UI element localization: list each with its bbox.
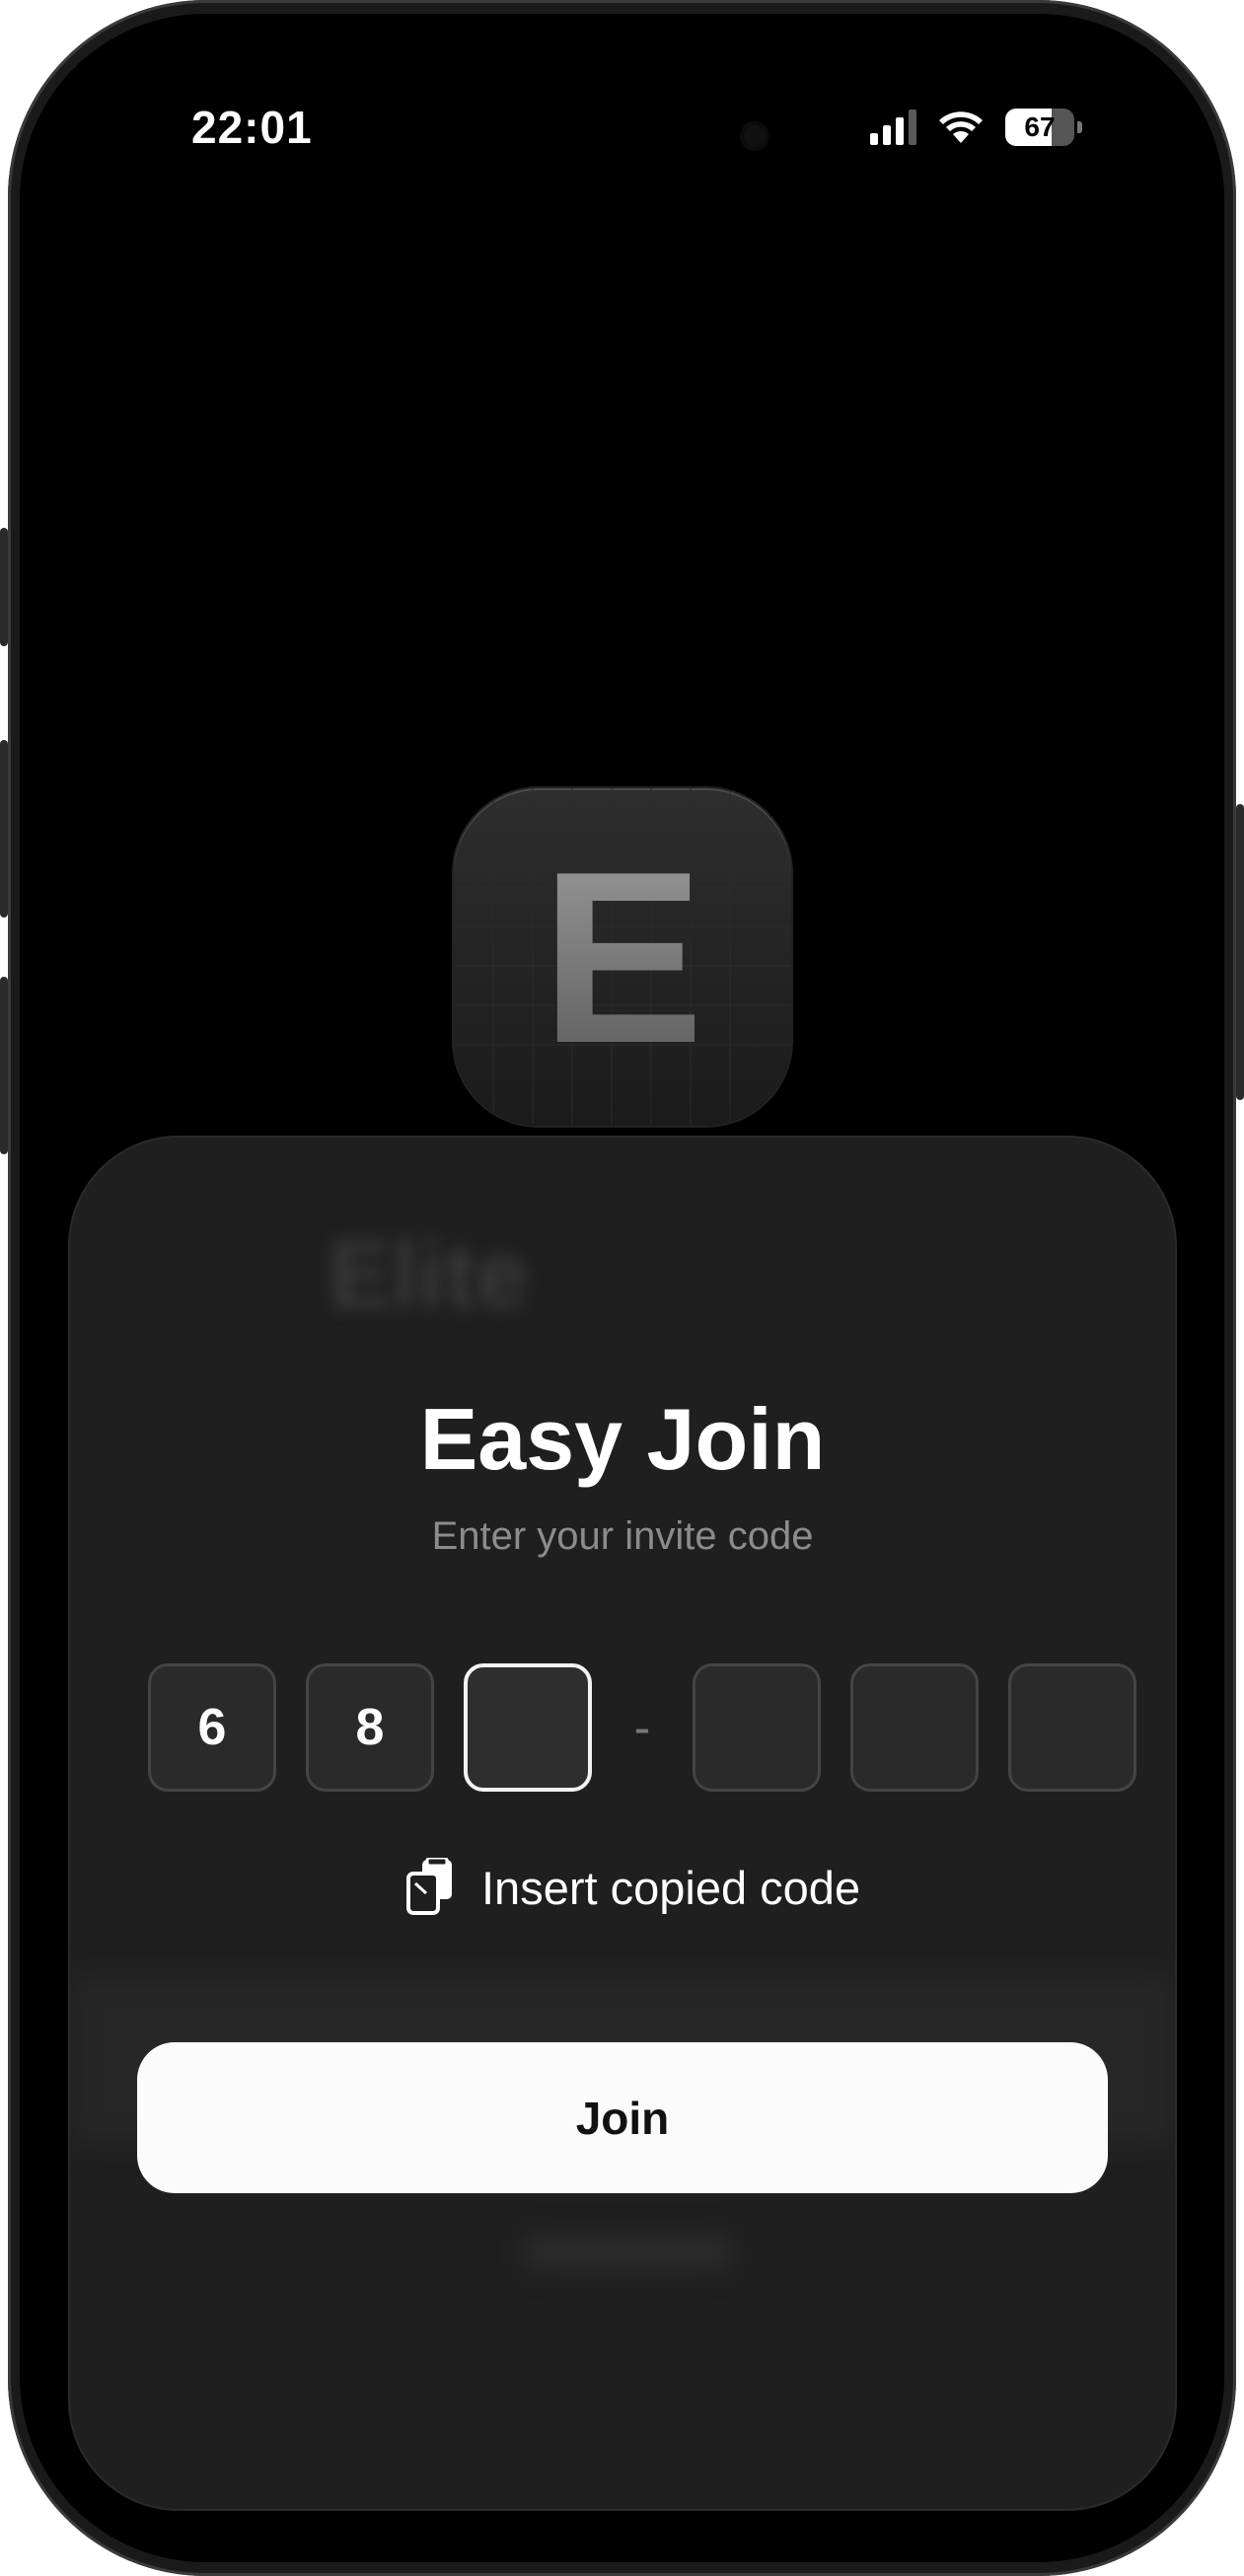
- front-camera: [744, 125, 766, 147]
- volume-up-button: [0, 740, 8, 918]
- battery-level: 67: [1005, 109, 1074, 146]
- battery-tip: [1077, 121, 1082, 133]
- volume-down-button: [0, 977, 8, 1154]
- code-digit-6[interactable]: [1008, 1663, 1136, 1792]
- insert-copied-code-button[interactable]: Insert copied code: [404, 1858, 860, 1917]
- insert-copied-code-label: Insert copied code: [481, 1861, 861, 1914]
- code-digit-4[interactable]: [693, 1663, 821, 1792]
- blurred-background-title: Elite: [329, 1222, 529, 1328]
- code-separator: -: [633, 1700, 651, 1755]
- blurred-background-link: [524, 2233, 731, 2272]
- status-icons: 67: [870, 109, 1082, 146]
- clipboard-icon: [406, 1858, 452, 1915]
- code-digit-5[interactable]: [850, 1663, 979, 1792]
- code-digit-2[interactable]: 8: [306, 1663, 434, 1792]
- sheet-subtitle: Enter your invite code: [431, 1514, 814, 1558]
- invite-code-input[interactable]: 6 8 -: [148, 1663, 1136, 1792]
- code-digit-3[interactable]: [464, 1663, 592, 1792]
- code-digit-1[interactable]: 6: [148, 1663, 276, 1792]
- power-button: [1236, 804, 1244, 1100]
- signal-icon: [870, 110, 916, 145]
- sheet-title: Easy Join: [419, 1390, 826, 1488]
- action-button: [0, 528, 8, 646]
- app-logo-icon: E: [454, 788, 791, 1126]
- join-sheet: Elite Easy Join Enter your invite code 6…: [70, 1138, 1175, 2509]
- screen: 22:01 67 E Elite Easy Join Enter your in…: [20, 14, 1224, 2562]
- app-logo-letter: E: [541, 820, 704, 1094]
- status-time: 22:01: [191, 102, 313, 153]
- battery-percent: 67: [1024, 111, 1056, 142]
- battery-icon: 67: [1005, 109, 1082, 146]
- wifi-icon: [939, 111, 983, 143]
- join-button[interactable]: Join: [137, 2042, 1108, 2193]
